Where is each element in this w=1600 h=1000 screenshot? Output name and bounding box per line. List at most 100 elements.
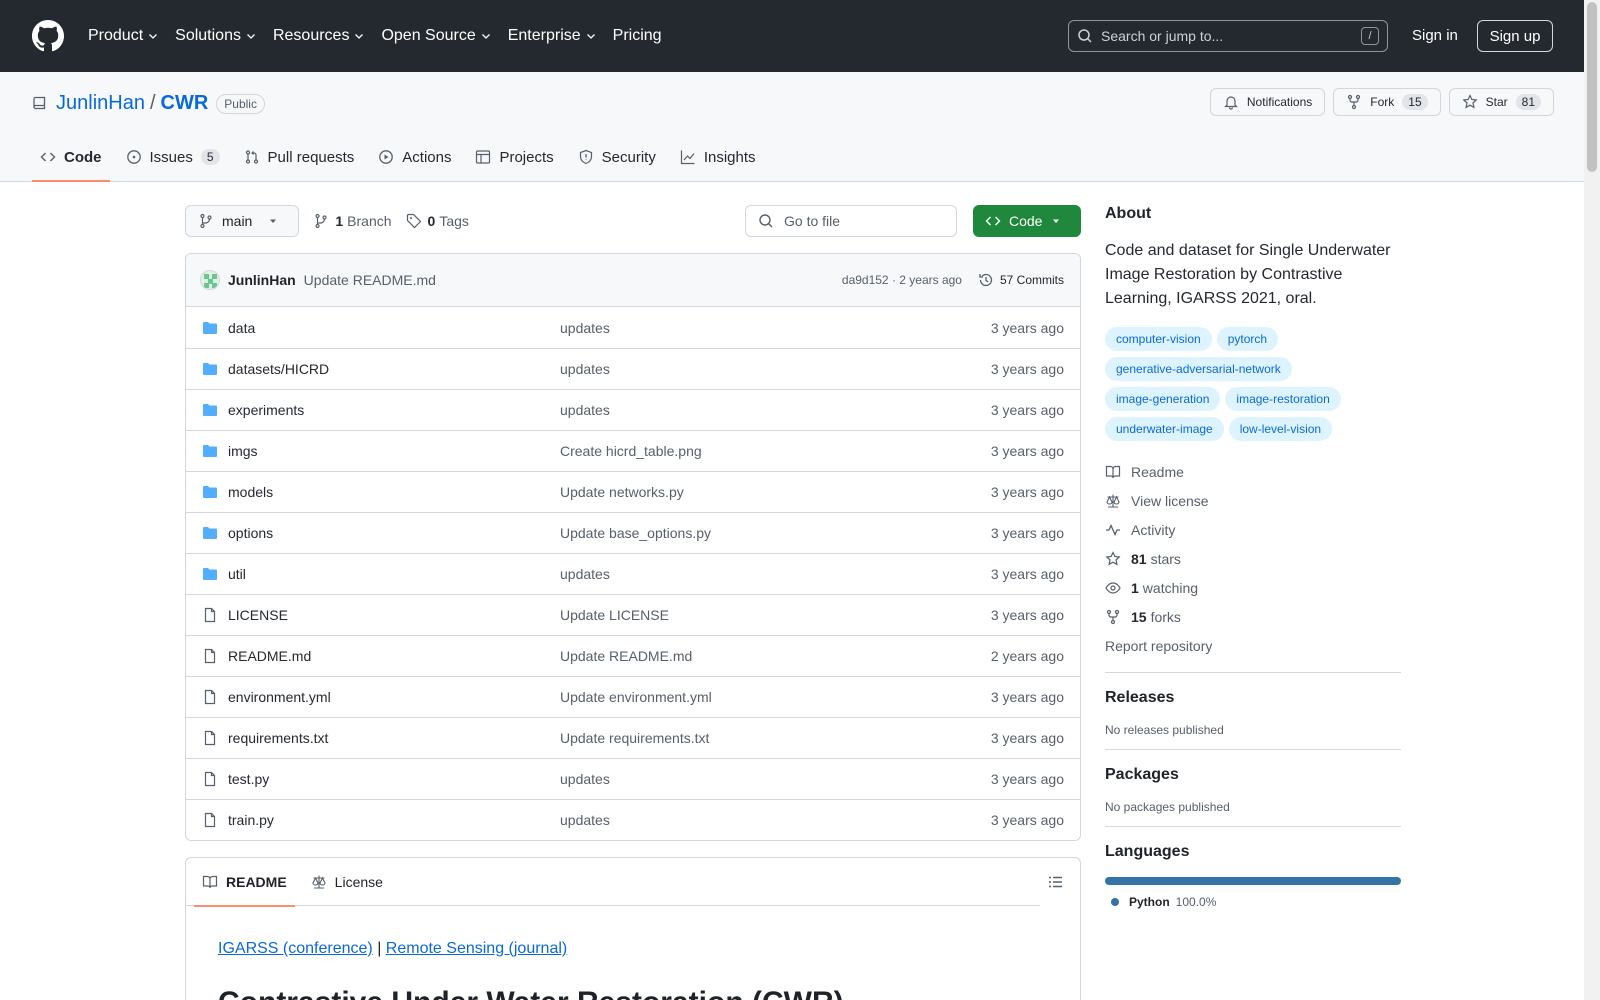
file-name-link[interactable]: train.py — [228, 812, 560, 828]
file-commit-message-link[interactable]: updates — [560, 402, 991, 418]
file-commit-message-link[interactable]: updates — [560, 566, 991, 582]
topic-tag[interactable]: generative-adversarial-network — [1105, 357, 1292, 381]
sign-in-link[interactable]: Sign in — [1412, 27, 1458, 44]
tab-code[interactable]: Code — [32, 133, 110, 182]
file-name-link[interactable]: test.py — [228, 771, 560, 787]
tab-issues[interactable]: Issues 5 — [118, 133, 228, 181]
topic-tag[interactable]: computer-vision — [1105, 327, 1212, 351]
table-row[interactable]: requirements.txt Update requirements.txt 3… — [186, 717, 1080, 758]
license-link[interactable]: View license — [1105, 486, 1401, 515]
file-commit-message-link[interactable]: updates — [560, 812, 991, 828]
file-commit-message-link[interactable]: Update LICENSE — [560, 607, 991, 623]
table-row[interactable]: test.py updates 3 years ago — [186, 758, 1080, 799]
file-commit-message-link[interactable]: updates — [560, 320, 991, 336]
releases-title[interactable]: Releases — [1105, 689, 1401, 707]
nav-solutions[interactable]: Solutions — [175, 27, 257, 45]
repo-icon — [33, 96, 46, 109]
github-logo-icon[interactable] — [32, 20, 64, 52]
file-commit-message-link[interactable]: Update base_options.py — [560, 525, 991, 541]
file-commit-message-link[interactable]: Update requirements.txt — [560, 730, 991, 746]
report-repository-link[interactable]: Report repository — [1105, 631, 1401, 660]
file-commit-message-link[interactable]: updates — [560, 361, 991, 377]
table-row[interactable]: environment.yml Update environment.yml 3 y… — [186, 676, 1080, 717]
table-row[interactable]: imgs Create hicrd_table.png 3 years ago — [186, 430, 1080, 471]
remote-sensing-journal-link[interactable]: Remote Sensing (journal) — [386, 940, 567, 957]
file-commit-message-link[interactable]: updates — [560, 771, 991, 787]
table-row[interactable]: train.py updates 3 years ago — [186, 799, 1080, 840]
file-name-link[interactable]: README.md — [228, 648, 560, 664]
activity-link[interactable]: Activity — [1105, 515, 1401, 544]
table-row[interactable]: models Update networks.py 3 years ago — [186, 471, 1080, 512]
file-name-link[interactable]: data — [228, 320, 560, 336]
file-commit-message-link[interactable]: Create hicrd_table.png — [560, 443, 991, 459]
file-name-link[interactable]: datasets/HICRD — [228, 361, 560, 377]
sign-up-button[interactable]: Sign up — [1477, 20, 1553, 52]
branches-link[interactable]: 1 Branch — [313, 213, 392, 229]
commit-message-link[interactable]: Update README.md — [304, 272, 436, 288]
table-row[interactable]: README.md Update README.md 2 years ago — [186, 635, 1080, 676]
file-commit-message-link[interactable]: Update networks.py — [560, 484, 991, 500]
table-row[interactable]: options Update base_options.py 3 years ago — [186, 512, 1080, 553]
table-row[interactable]: data updates 3 years ago — [186, 307, 1080, 348]
code-dropdown-button[interactable]: Code — [973, 205, 1081, 237]
file-name-link[interactable]: LICENSE — [228, 607, 560, 623]
code-icon — [40, 152, 56, 162]
notifications-button[interactable]: Notifications — [1209, 88, 1326, 116]
tags-link[interactable]: 0 Tags — [406, 213, 469, 229]
commit-hash-time[interactable]: da9d152 · 2 years ago — [842, 273, 962, 287]
topic-tag[interactable]: pytorch — [1216, 327, 1279, 351]
global-search-input[interactable]: Search or jump to... / — [1068, 20, 1388, 52]
repo-name-link[interactable]: CWR — [161, 92, 209, 115]
tab-actions[interactable]: Actions — [370, 133, 459, 181]
file-commit-message-link[interactable]: Update README.md — [560, 648, 991, 664]
nav-resources[interactable]: Resources — [273, 27, 365, 45]
watching-link[interactable]: 1 watching — [1105, 573, 1401, 602]
nav-product[interactable]: Product — [88, 27, 159, 45]
commit-author-link[interactable]: JunlinHan — [228, 272, 296, 288]
tab-pull-requests[interactable]: Pull requests — [236, 133, 363, 181]
nav-enterprise[interactable]: Enterprise — [508, 27, 597, 45]
readme-link[interactable]: Readme — [1105, 457, 1401, 486]
topic-tag[interactable]: image-restoration — [1225, 387, 1341, 411]
language-item-python[interactable]: Python 100.0% — [1105, 895, 1401, 909]
scrollbar-thumb[interactable] — [1587, 2, 1597, 172]
topic-tag[interactable]: low-level-vision — [1228, 417, 1333, 441]
forks-link[interactable]: 15 forks — [1105, 602, 1401, 631]
avatar[interactable] — [200, 270, 220, 290]
file-name-link[interactable]: requirements.txt — [228, 730, 560, 746]
table-of-contents-icon[interactable] — [1048, 874, 1064, 890]
tab-projects[interactable]: Projects — [467, 133, 561, 181]
file-commit-message-link[interactable]: Update environment.yml — [560, 689, 991, 705]
table-row[interactable]: experiments updates 3 years ago — [186, 389, 1080, 430]
page-scrollbar[interactable] — [1584, 0, 1600, 1000]
go-to-file-placeholder: Go to file — [784, 213, 841, 229]
file-name-link[interactable]: experiments — [228, 402, 560, 418]
file-name-link[interactable]: options — [228, 525, 560, 541]
igarss-conference-link[interactable]: IGARSS (conference) — [218, 940, 373, 957]
branch-select-button[interactable]: main — [185, 205, 300, 237]
star-button[interactable]: Star 81 — [1448, 88, 1554, 116]
global-nav: Product Solutions Resources Open Source … — [88, 27, 678, 45]
tab-readme[interactable]: README — [194, 858, 295, 907]
packages-title[interactable]: Packages — [1105, 766, 1401, 784]
fork-button[interactable]: Fork 15 — [1333, 88, 1441, 116]
nav-pricing[interactable]: Pricing — [613, 27, 662, 45]
tab-license[interactable]: License — [303, 858, 391, 906]
commits-link[interactable]: 57 Commits — [978, 272, 1064, 288]
table-row[interactable]: datasets/HICRD updates 3 years ago — [186, 348, 1080, 389]
stars-link[interactable]: 81 stars — [1105, 544, 1401, 573]
repo-owner-link[interactable]: JunlinHan — [56, 92, 145, 115]
repo-actions: Notifications Fork 15 Star 81 — [1209, 88, 1554, 116]
go-to-file-input[interactable]: Go to file — [745, 205, 957, 237]
topic-tag[interactable]: underwater-image — [1105, 417, 1224, 441]
file-name-link[interactable]: models — [228, 484, 560, 500]
table-row[interactable]: LICENSE Update LICENSE 3 years ago — [186, 594, 1080, 635]
file-name-link[interactable]: environment.yml — [228, 689, 560, 705]
file-name-link[interactable]: util — [228, 566, 560, 582]
topic-tag[interactable]: image-generation — [1105, 387, 1221, 411]
tab-security[interactable]: Security — [570, 133, 664, 181]
tab-insights[interactable]: Insights — [672, 133, 764, 181]
nav-open-source[interactable]: Open Source — [381, 27, 491, 45]
file-name-link[interactable]: imgs — [228, 443, 560, 459]
table-row[interactable]: util updates 3 years ago — [186, 553, 1080, 594]
